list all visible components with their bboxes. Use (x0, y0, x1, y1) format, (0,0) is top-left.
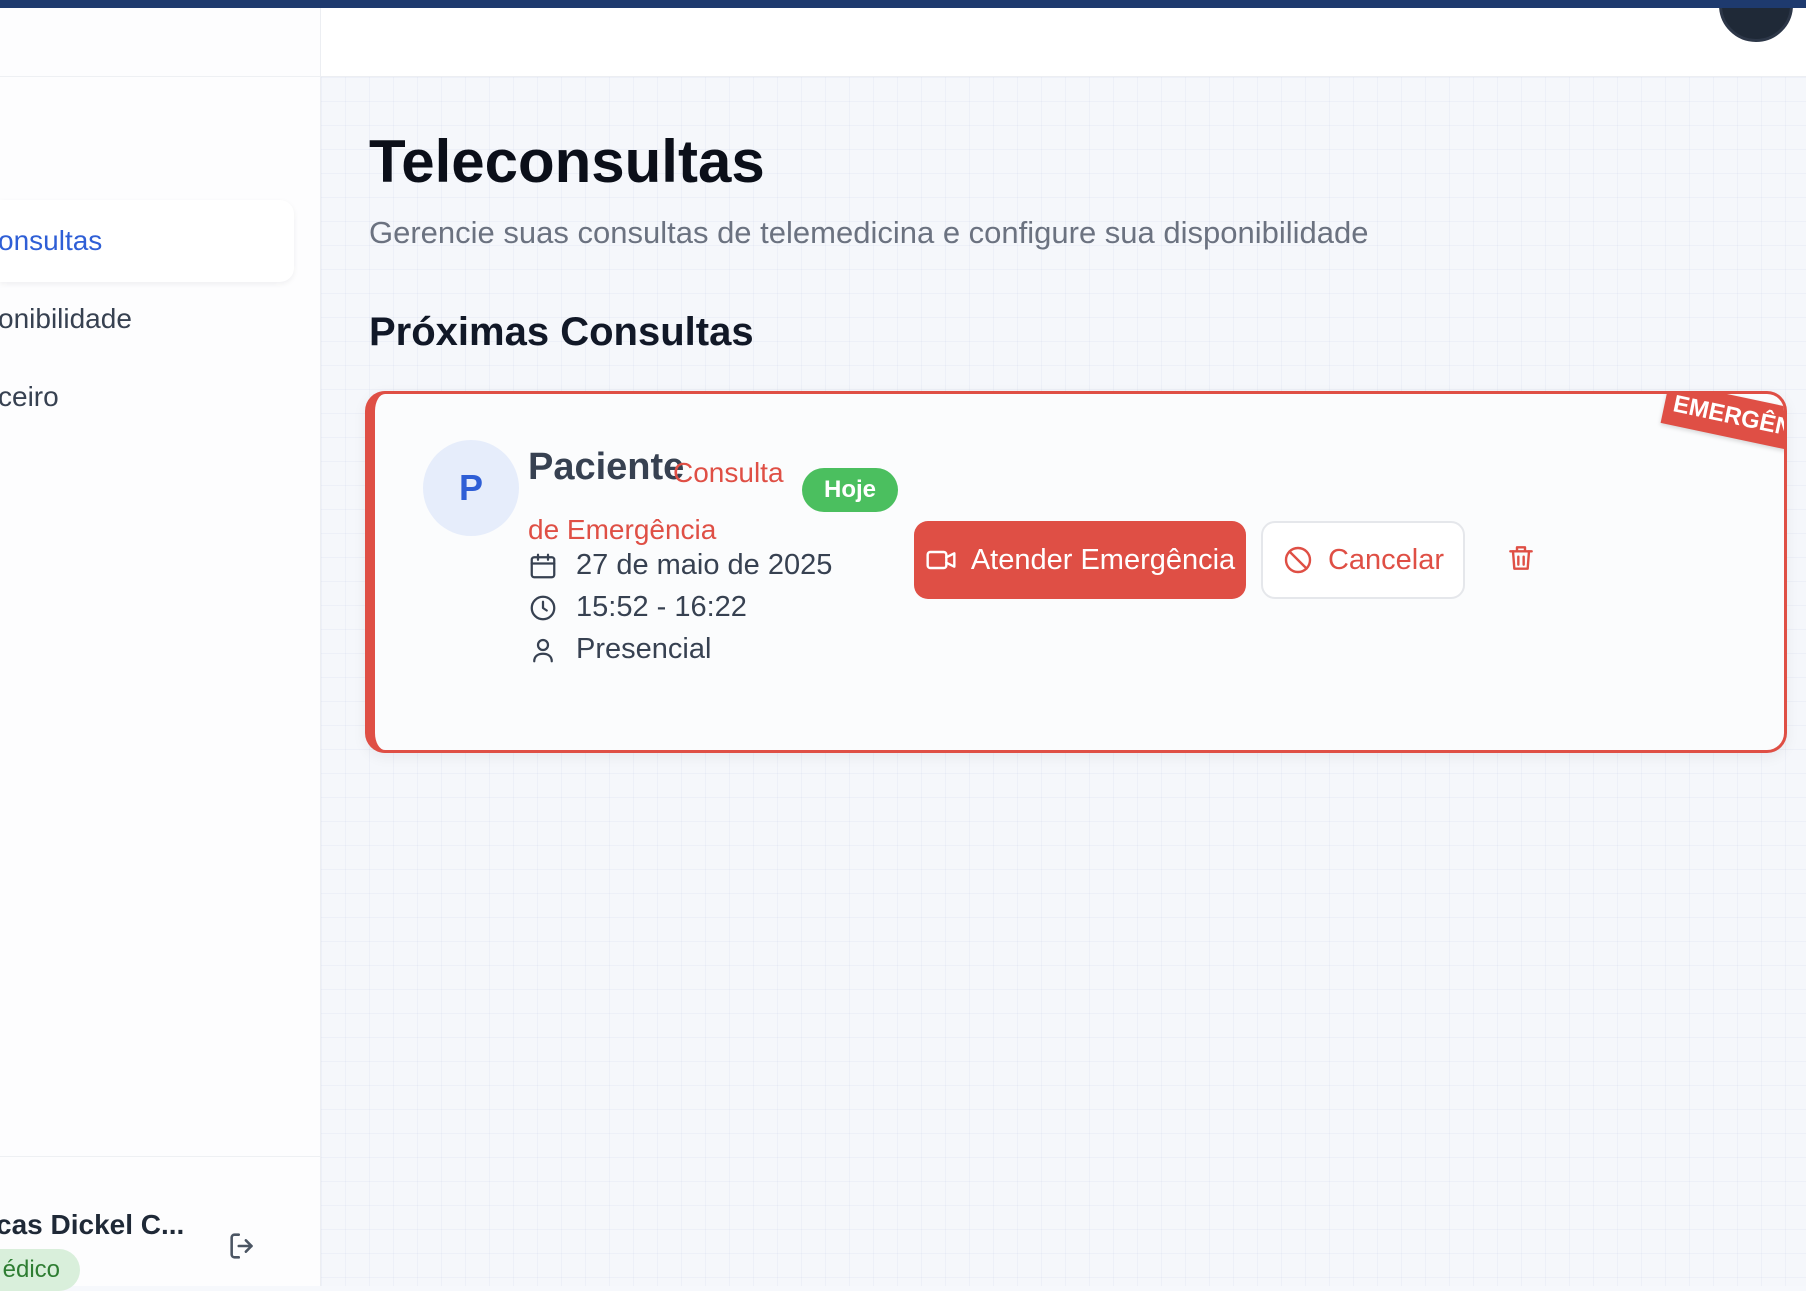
section-title: Próximas Consultas (369, 310, 754, 354)
appointment-time: 15:52 - 16:22 (576, 591, 747, 623)
user-section: cas Dickel C... édico (0, 1156, 320, 1291)
page-subtitle: Gerencie suas consultas de telemedicina … (369, 215, 1369, 250)
header-title: Telemedicina (371, 8, 672, 19)
sidebar-header (0, 8, 320, 77)
calendar-icon (530, 553, 556, 578)
today-badge: Hoje (802, 468, 898, 512)
cancel-label: Cancelar (1327, 543, 1445, 576)
appointment-date: 27 de maio de 2025 (576, 549, 833, 581)
top-accent-bar (0, 0, 1806, 8)
sidebar-item-financeiro[interactable]: ceiro (0, 356, 294, 438)
attend-emergency-label: Atender Emergência (970, 543, 1236, 576)
top-header: Telemedicina (321, 8, 1806, 77)
appointment-type: Consulta (673, 457, 784, 488)
cancel-button[interactable]: Cancelar (1261, 521, 1465, 599)
appointment-card: EMERGÊNCIA P Paciente Consulta de Emergê… (365, 391, 1787, 753)
date-row: 27 de maio de 2025 (528, 549, 832, 582)
logout-icon[interactable] (226, 1229, 260, 1263)
user-role-badge: édico (0, 1249, 80, 1291)
sidebar-item-label: onsultas (0, 225, 103, 256)
appointment-type-continued: de Emergência (528, 514, 717, 545)
attend-emergency-button[interactable]: Atender Emergência (914, 521, 1246, 599)
delete-button[interactable] (1501, 538, 1541, 578)
patient-avatar: P (423, 440, 519, 536)
sidebar-item-teleconsultas[interactable]: onsultas (0, 200, 294, 282)
user-name: cas Dickel C... (0, 1209, 185, 1240)
main-content: Teleconsultas Gerencie suas consultas de… (321, 77, 1806, 1286)
page-title: Teleconsultas (369, 128, 765, 195)
video-icon (926, 550, 956, 570)
ban-icon (1284, 546, 1312, 574)
sidebar-item-disponibilidade[interactable]: onibilidade (0, 278, 294, 360)
time-row: 15:52 - 16:22 (528, 591, 747, 624)
appointment-mode: Presencial (576, 633, 712, 665)
sidebar-item-label: ceiro (0, 381, 59, 412)
trash-icon (1509, 546, 1533, 570)
user-avatar[interactable] (1719, 8, 1793, 42)
patient-name: Paciente (528, 446, 685, 488)
mode-row: Presencial (528, 633, 711, 666)
sidebar-item-label: onibilidade (0, 303, 132, 334)
sidebar: onsultas onibilidade ceiro cas Dickel C.… (0, 8, 321, 1291)
emergency-ribbon: EMERGÊNCIA (1660, 394, 1784, 461)
clock-icon (530, 595, 556, 620)
user-icon (533, 638, 553, 662)
